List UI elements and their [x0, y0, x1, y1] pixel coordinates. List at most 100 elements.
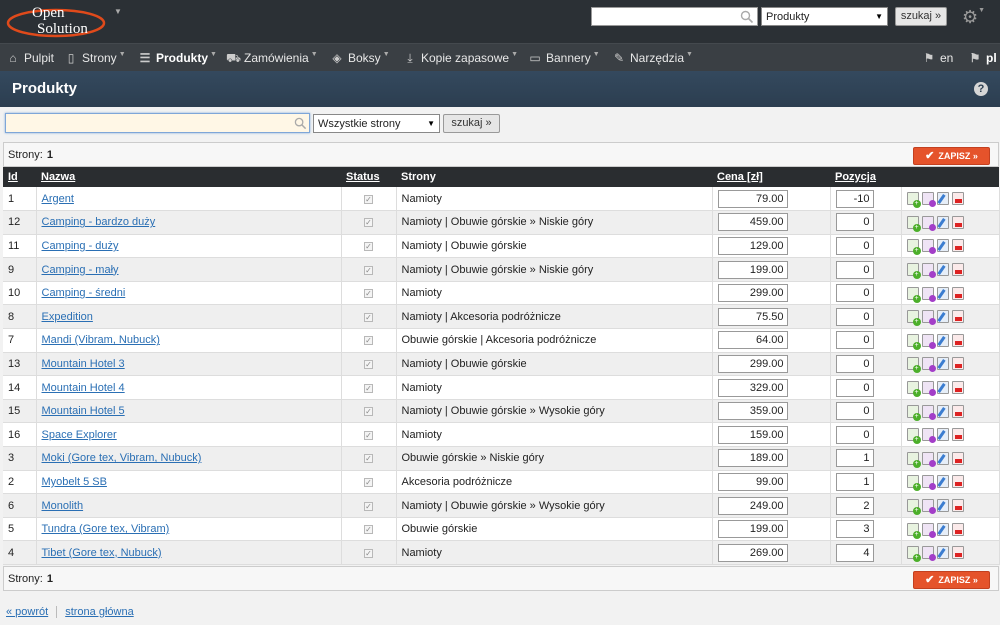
- position-input[interactable]: 0: [835, 236, 874, 255]
- duplicate-icon[interactable]: [921, 310, 936, 326]
- price-input[interactable]: 99.00: [717, 472, 788, 491]
- price-input[interactable]: 199.00: [717, 520, 788, 539]
- status-checkbox[interactable]: ✓: [364, 430, 373, 440]
- status-checkbox[interactable]: ✓: [364, 525, 373, 535]
- status-checkbox[interactable]: ✓: [364, 407, 373, 417]
- duplicate-icon[interactable]: [921, 286, 936, 302]
- add-subpage-icon[interactable]: [906, 286, 921, 303]
- position-input[interactable]: 0: [835, 425, 874, 444]
- col-header-price[interactable]: Cena [zł]: [712, 167, 830, 187]
- edit-icon[interactable]: [936, 475, 949, 489]
- help-icon[interactable]: ?: [974, 82, 988, 96]
- nav-item-boksy[interactable]: ◈ Boksy ▼: [330, 44, 389, 72]
- add-subpage-icon[interactable]: [906, 333, 921, 350]
- delete-icon[interactable]: [951, 192, 964, 206]
- price-input[interactable]: 129.00: [717, 236, 788, 255]
- duplicate-icon[interactable]: [921, 499, 936, 515]
- edit-icon[interactable]: [936, 286, 949, 300]
- price-input[interactable]: 329.00: [717, 378, 788, 397]
- status-checkbox[interactable]: ✓: [364, 477, 373, 487]
- add-subpage-icon[interactable]: [906, 239, 921, 256]
- position-input[interactable]: 2: [835, 496, 874, 515]
- nav-item-produkty[interactable]: ☰ Produkty ▼: [138, 44, 217, 72]
- add-subpage-icon[interactable]: [906, 215, 921, 232]
- price-input[interactable]: 299.00: [717, 354, 788, 373]
- search-icon[interactable]: [294, 117, 307, 130]
- product-search-input[interactable]: [5, 113, 310, 133]
- add-subpage-icon[interactable]: [906, 499, 921, 516]
- save-button[interactable]: ✔ ZAPISZ »: [913, 571, 990, 589]
- position-input[interactable]: 1: [835, 472, 874, 491]
- status-checkbox[interactable]: ✓: [364, 359, 373, 369]
- delete-icon[interactable]: [951, 475, 964, 489]
- add-subpage-icon[interactable]: [906, 263, 921, 280]
- duplicate-icon[interactable]: [921, 239, 936, 255]
- price-input[interactable]: 249.00: [717, 496, 788, 515]
- nav-item-strony[interactable]: ▯ Strony ▼: [64, 44, 126, 72]
- edit-icon[interactable]: [936, 546, 949, 560]
- duplicate-icon[interactable]: [921, 522, 936, 538]
- pager-page-link[interactable]: 1: [47, 573, 53, 585]
- position-input[interactable]: 0: [835, 213, 874, 232]
- price-input[interactable]: 159.00: [717, 425, 788, 444]
- status-checkbox[interactable]: ✓: [364, 383, 373, 393]
- duplicate-icon[interactable]: [921, 428, 936, 444]
- gear-icon[interactable]: ⚙▼: [962, 7, 992, 27]
- position-input[interactable]: 0: [835, 402, 874, 421]
- position-input[interactable]: 0: [835, 307, 874, 326]
- status-checkbox[interactable]: ✓: [364, 336, 373, 346]
- product-link[interactable]: Tibet (Gore tex, Nubuck): [42, 547, 162, 559]
- product-link[interactable]: Mountain Hotel 5: [42, 405, 125, 417]
- duplicate-icon[interactable]: [921, 215, 936, 231]
- logo[interactable]: Open Solution: [4, 3, 116, 39]
- pager-page-link[interactable]: 1: [47, 149, 53, 161]
- search-icon[interactable]: [740, 10, 754, 24]
- status-checkbox[interactable]: ✓: [364, 265, 373, 275]
- edit-icon[interactable]: [936, 239, 949, 253]
- delete-icon[interactable]: [951, 286, 964, 300]
- position-input[interactable]: 0: [835, 378, 874, 397]
- price-input[interactable]: 189.00: [717, 449, 788, 468]
- status-checkbox[interactable]: ✓: [364, 241, 373, 251]
- duplicate-icon[interactable]: [921, 475, 936, 491]
- duplicate-icon[interactable]: [921, 192, 936, 208]
- add-subpage-icon[interactable]: [906, 522, 921, 539]
- lang-en[interactable]: ⚑ en: [922, 44, 954, 72]
- price-input[interactable]: 459.00: [717, 213, 788, 232]
- price-input[interactable]: 269.00: [717, 543, 788, 562]
- add-subpage-icon[interactable]: [906, 475, 921, 492]
- add-subpage-icon[interactable]: [906, 546, 921, 563]
- duplicate-icon[interactable]: [921, 546, 936, 562]
- status-checkbox[interactable]: ✓: [364, 501, 373, 511]
- product-link[interactable]: Camping - duży: [42, 240, 119, 252]
- col-header-status[interactable]: Status: [341, 167, 396, 187]
- duplicate-icon[interactable]: [921, 357, 936, 373]
- top-search-scope-select[interactable]: Produkty ▼: [761, 7, 888, 26]
- delete-icon[interactable]: [951, 404, 964, 418]
- edit-icon[interactable]: [936, 522, 949, 536]
- top-search-input[interactable]: [591, 7, 758, 26]
- add-subpage-icon[interactable]: [906, 428, 921, 445]
- delete-icon[interactable]: [951, 215, 964, 229]
- price-input[interactable]: 75.50: [717, 307, 788, 326]
- delete-icon[interactable]: [951, 499, 964, 513]
- edit-icon[interactable]: [936, 310, 949, 324]
- nav-item-bannery[interactable]: ▭ Bannery ▼: [528, 44, 599, 72]
- product-link[interactable]: Space Explorer: [42, 429, 117, 441]
- product-link[interactable]: Mandi (Vibram, Nubuck): [42, 334, 160, 346]
- position-input[interactable]: 0: [835, 284, 874, 303]
- nav-item-zamowienia[interactable]: ⛟ Zamówienia ▼: [226, 44, 318, 72]
- add-subpage-icon[interactable]: [906, 404, 921, 421]
- position-input[interactable]: 3: [835, 520, 874, 539]
- position-input[interactable]: 0: [835, 331, 874, 350]
- top-search-button[interactable]: szukaj »: [895, 7, 947, 26]
- add-subpage-icon[interactable]: [906, 192, 921, 209]
- add-subpage-icon[interactable]: [906, 451, 921, 468]
- col-header-name[interactable]: Nazwa: [36, 167, 341, 187]
- status-checkbox[interactable]: ✓: [364, 289, 373, 299]
- home-link[interactable]: strona główna: [65, 606, 134, 618]
- delete-icon[interactable]: [951, 522, 964, 536]
- col-header-id[interactable]: Id: [3, 167, 36, 187]
- add-subpage-icon[interactable]: [906, 381, 921, 398]
- duplicate-icon[interactable]: [921, 333, 936, 349]
